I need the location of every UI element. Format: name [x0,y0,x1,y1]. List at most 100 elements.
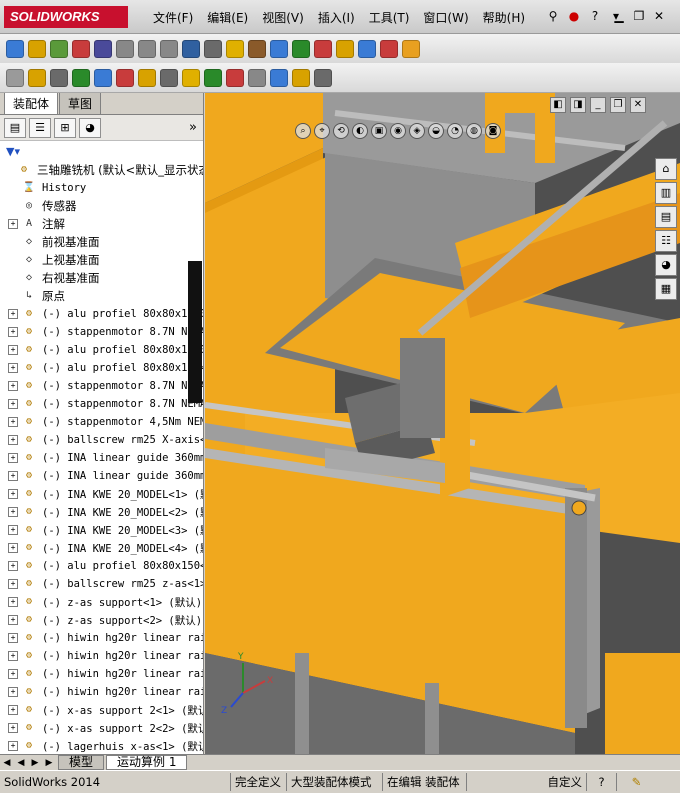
expand-icon[interactable]: + [8,507,18,517]
tree-item[interactable]: + ⚙ (-) alu profiel 80x80x150<1 [0,359,203,377]
viewport-icon[interactable]: _ [590,97,606,113]
toolbar1-tool-icon[interactable] [226,39,244,58]
status-rebuild-icon[interactable]: ✎ [616,773,656,791]
toolbar2-tool-icon[interactable] [204,68,222,87]
hud-view-icon[interactable]: ⟲ [333,123,349,139]
tree-item[interactable]: + ⚙ (-) INA KWE 20_MODEL<2> (默 [0,503,203,521]
last-tab-arrow-icon[interactable]: ▶ [42,758,56,768]
toolbar2-tool-icon[interactable] [226,68,244,87]
tree-item[interactable]: + A 注解 [0,215,203,233]
tree-item[interactable]: + ⚙ (-) x-as support 2<2> (默认 [0,719,203,737]
tree-item[interactable]: + ⚙ (-) hiwin hg20r linear rail [0,629,203,647]
menu-item-2[interactable]: 视图(V) [255,9,311,26]
tree-item[interactable]: + ⚙ (-) stappenmotor 8.7N NEMA [0,377,203,395]
expand-icon[interactable]: + [8,651,18,661]
hud-view-icon[interactable]: ⌖ [314,123,330,139]
toolbar2-tool-icon[interactable] [6,68,24,87]
expand-icon[interactable]: + [8,615,18,625]
hud-view-icon[interactable]: ◍ [466,123,482,139]
viewport-icon[interactable]: ✕ [630,97,646,113]
toolbar1-tool-icon[interactable] [28,39,46,58]
tree-item[interactable]: + ⚙ (-) INA KWE 20_MODEL<1> (默 [0,485,203,503]
toolbar2-tool-icon[interactable] [160,68,178,87]
solidworks-logo[interactable]: SOLIDWORKS [4,6,128,28]
toolbar1-tool-icon[interactable] [160,39,178,58]
toolbar2-tool-icon[interactable] [182,68,200,87]
toolbar2-tool-icon[interactable] [248,68,266,87]
feature-tree-icon[interactable]: ▤ [4,117,26,138]
expand-icon[interactable]: + [8,363,18,373]
expand-icon[interactable]: + [8,381,18,391]
expand-icon[interactable]: + [8,597,18,607]
tree-item[interactable]: + ⚙ (-) hiwin hg20r linear rail [0,683,203,701]
tree-item[interactable]: ⌛ History [0,179,203,197]
tab-sketch[interactable]: 草图 [59,93,102,114]
expand-icon[interactable]: + [8,741,18,751]
menu-item-5[interactable]: 窗口(W) [416,9,475,26]
expand-icon[interactable]: + [8,489,18,499]
expand-icon[interactable]: + [8,669,18,679]
toolbar2-tool-icon[interactable] [138,68,156,87]
tab-assembly[interactable]: 装配体 [4,93,59,114]
tree-root[interactable]: ⚙ 三轴雕铣机 (默认<默认_显示状态 [0,161,203,179]
expand-icon[interactable]: + [8,633,18,643]
hud-view-icon[interactable]: ◐ [352,123,368,139]
toolbar1-tool-icon[interactable] [182,39,200,58]
menu-item-4[interactable]: 工具(T) [362,9,417,26]
expand-icon[interactable]: + [8,471,18,481]
expand-icon[interactable]: + [8,723,18,733]
toolbar1-tool-icon[interactable] [292,39,310,58]
tree-item[interactable]: + ⚙ (-) INA linear guide 360mm_ [0,467,203,485]
viewport-icon[interactable]: ❐ [610,97,626,113]
toolbar1-tool-icon[interactable] [358,39,376,58]
expand-icon[interactable]: + [8,219,18,229]
toolbar1-tool-icon[interactable] [116,39,134,58]
expand-icon[interactable]: + [8,525,18,535]
tree-item[interactable]: + ⚙ (-) hiwin hg20r linear rail [0,665,203,683]
task-pane-tab-icon[interactable]: ☷ [655,230,677,252]
toolbar2-tool-icon[interactable] [292,68,310,87]
tree-item[interactable]: + ⚙ (-) INA KWE 20_MODEL<3> (默 [0,521,203,539]
tree-item[interactable]: ◇ 上视基准面 [0,251,203,269]
menu-item-3[interactable]: 插入(I) [311,9,362,26]
hud-view-icon[interactable]: ◈ [409,123,425,139]
expand-icon[interactable]: + [8,417,18,427]
traffic-light-icon[interactable]: ● [565,7,583,25]
toolbar1-tool-icon[interactable] [204,39,222,58]
tree-item[interactable]: + ⚙ (-) hiwin hg20r linear rail [0,647,203,665]
prev-tab-arrow-icon[interactable]: ◀ [14,758,28,768]
close-button[interactable]: ✕ [650,7,668,25]
hud-view-icon[interactable]: ▣ [371,123,387,139]
toolbar1-tool-icon[interactable] [402,39,420,58]
hud-view-icon[interactable]: ⌕ [295,123,311,139]
expand-icon[interactable]: + [8,345,18,355]
tree-item[interactable]: + ⚙ (-) stappenmotor 4,5Nm NEMA [0,413,203,431]
toolbar1-tool-icon[interactable] [72,39,90,58]
property-manager-icon[interactable]: ☰ [29,117,51,138]
tree-item[interactable]: + ⚙ (-) alu profiel 80x80x150<2 [0,557,203,575]
help-icon[interactable]: ? [586,7,604,25]
tree-item[interactable]: + ⚙ (-) stappenmotor 8.7N NEMA [0,395,203,413]
toolbar2-tool-icon[interactable] [314,68,332,87]
tree-item[interactable]: + ⚙ (-) ballscrew rm25 z-as<1> [0,575,203,593]
toolbar1-tool-icon[interactable] [270,39,288,58]
restore-button[interactable]: ❐ [630,7,648,25]
toolbar2-tool-icon[interactable] [94,68,112,87]
toolbar1-tool-icon[interactable] [248,39,266,58]
hud-view-icon[interactable]: ◔ [447,123,463,139]
toolbar2-tool-icon[interactable] [50,68,68,87]
tree-item[interactable]: ↳ 原点 [0,287,203,305]
expand-icon[interactable]: + [8,399,18,409]
hud-view-icon[interactable]: ◉ [390,123,406,139]
tree-item[interactable]: + ⚙ (-) lagerhuis x-as<1> (默认 [0,737,203,754]
expand-icon[interactable]: + [8,327,18,337]
toolbar1-tool-icon[interactable] [94,39,112,58]
toolbar1-tool-icon[interactable] [314,39,332,58]
toolbar1-tool-icon[interactable] [380,39,398,58]
toolbar1-tool-icon[interactable] [6,39,24,58]
toolbar2-tool-icon[interactable] [28,68,46,87]
viewport-icon[interactable]: ◧ [550,97,566,113]
toolbar2-tool-icon[interactable] [270,68,288,87]
toolbar1-tool-icon[interactable] [336,39,354,58]
toolbar1-tool-icon[interactable] [50,39,68,58]
